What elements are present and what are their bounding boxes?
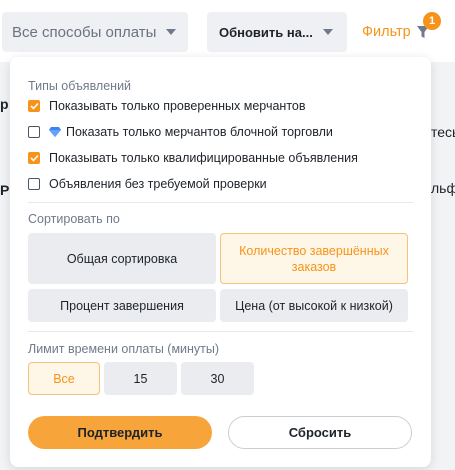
option-label: Показывать только проверенных мерчантов [49, 99, 306, 113]
divider [28, 202, 413, 203]
sort-title: Сортировать по [28, 212, 120, 226]
time-limit-all-button[interactable]: Все [28, 362, 100, 395]
checkbox-checked[interactable] [28, 152, 40, 164]
check-icon [29, 102, 39, 110]
sort-completion-rate-button[interactable]: Процент завершения [28, 289, 216, 322]
confirm-button[interactable]: Подтвердить [28, 416, 212, 449]
refresh-value: Обновить на... [219, 24, 313, 40]
checkbox-unchecked[interactable] [28, 178, 40, 190]
payment-method-value: Все способы оплаты [12, 23, 157, 41]
diamond-icon [49, 127, 61, 137]
caret-down-icon [323, 29, 333, 35]
filter-panel: Типы объявлений Показывать только провер… [10, 57, 431, 467]
filter-button[interactable]: Фильтр [362, 18, 429, 46]
check-icon [29, 154, 39, 162]
option-verified-merchants[interactable]: Показывать только проверенных мерчантов [28, 99, 306, 113]
filter-count-badge: 1 [423, 12, 441, 30]
background-text-fragment: Р [0, 182, 10, 198]
sort-completed-orders-button[interactable]: Количество завершённых заказов [220, 233, 408, 284]
sort-price-desc-button[interactable]: Цена (от высокой к низкой) [220, 289, 408, 322]
option-no-verification[interactable]: Объявления без требуемой проверки [28, 177, 267, 191]
sort-general-button[interactable]: Общая сортировка [28, 233, 216, 284]
background-text-fragment: тесь [431, 124, 455, 140]
reset-button[interactable]: Сбросить [228, 416, 412, 449]
filter-label: Фильтр [362, 24, 411, 40]
refresh-select[interactable]: Обновить на... [207, 12, 347, 52]
option-label: Объявления без требуемой проверки [49, 177, 267, 191]
checkbox-unchecked[interactable] [28, 126, 40, 138]
time-limit-title: Лимит времени оплаты (минуты) [28, 342, 220, 356]
divider [28, 331, 413, 332]
option-qualified-ads[interactable]: Показывать только квалифицированные объя… [28, 151, 358, 165]
payment-method-select[interactable]: Все способы оплаты [2, 12, 188, 52]
top-filter-bar: Все способы оплаты Обновить на... Фильтр… [0, 0, 455, 62]
option-label: Показать только мерчантов блочной торгов… [66, 125, 333, 139]
option-block-merchants[interactable]: Показать только мерчантов блочной торгов… [28, 125, 333, 139]
checkbox-checked[interactable] [28, 100, 40, 112]
time-limit-15-button[interactable]: 15 [104, 362, 177, 395]
background-text-fragment: р [0, 96, 9, 112]
option-label: Показывать только квалифицированные объя… [49, 151, 358, 165]
caret-down-icon [166, 29, 176, 35]
time-limit-30-button[interactable]: 30 [181, 362, 254, 395]
background-text-fragment: льфа [431, 180, 455, 196]
ad-types-title: Типы объявлений [28, 79, 132, 93]
